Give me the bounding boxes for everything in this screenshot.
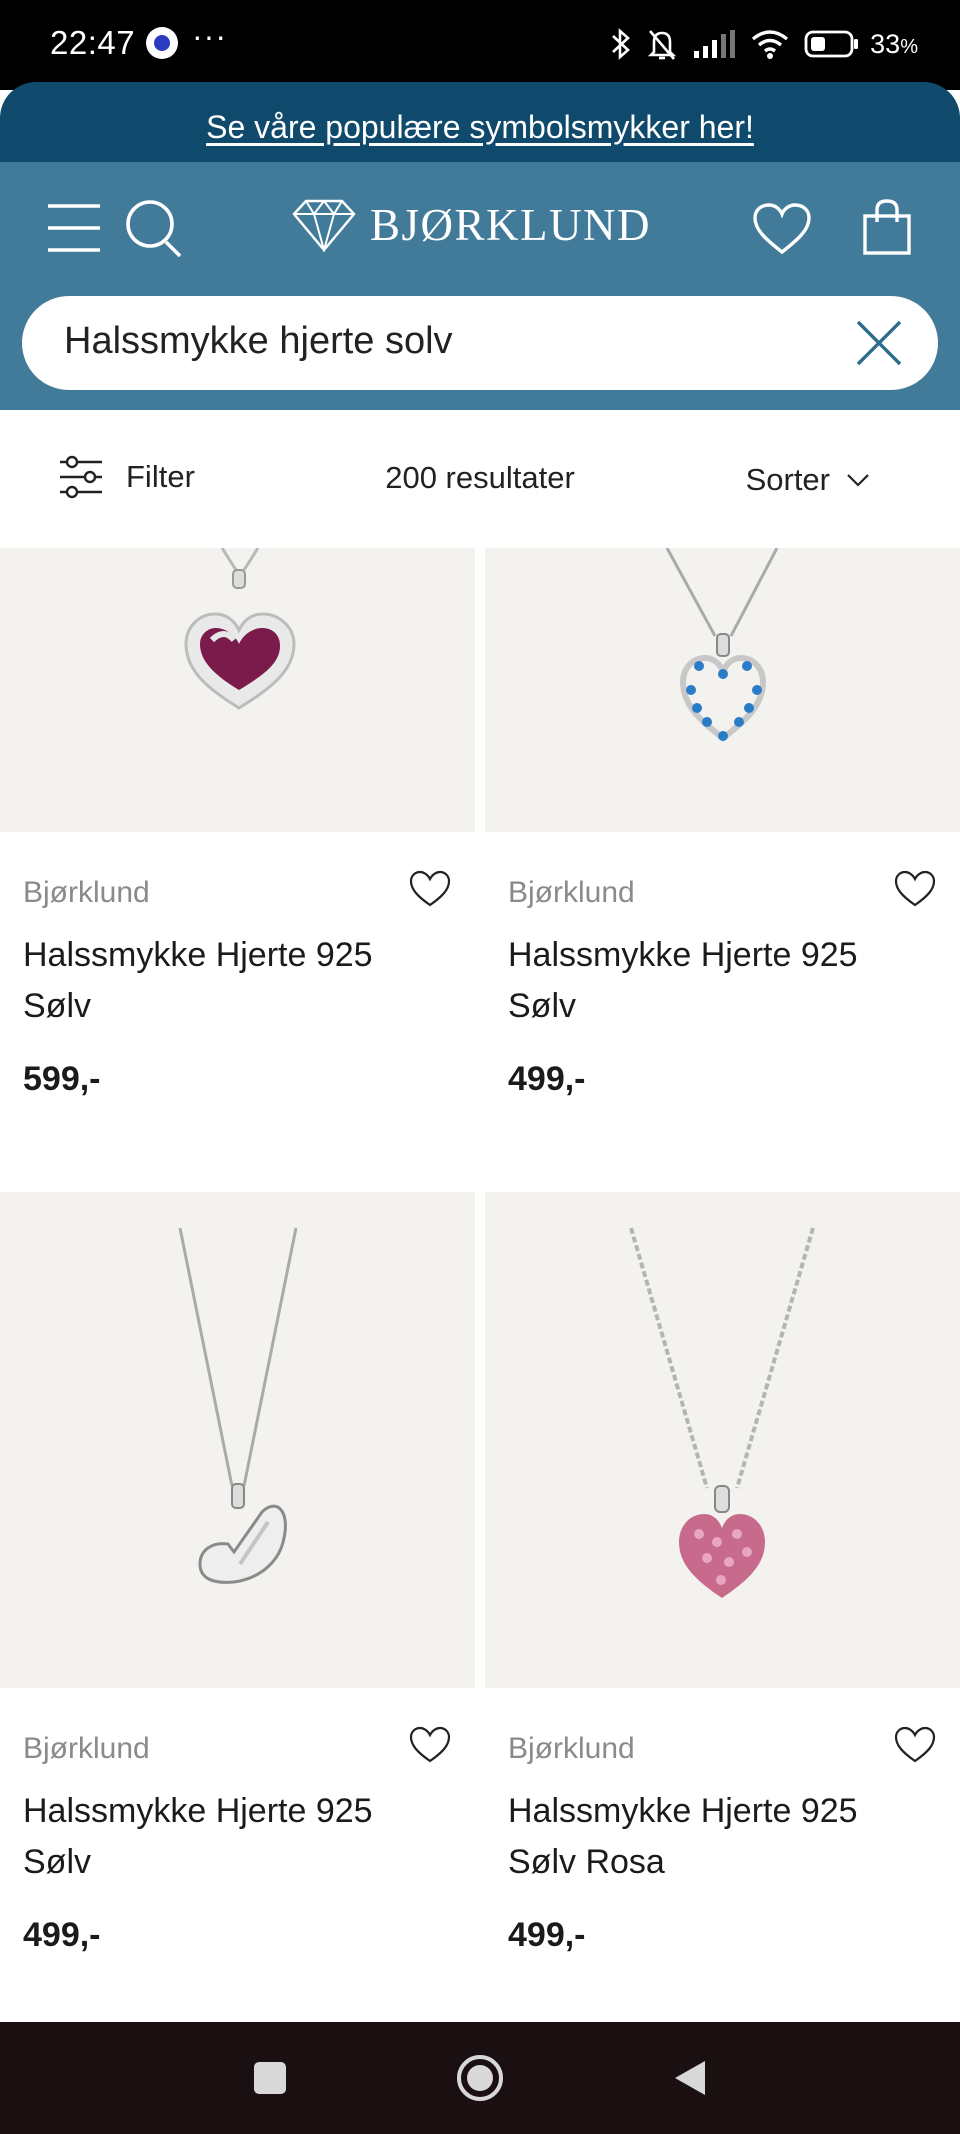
back-button[interactable]	[630, 2022, 750, 2134]
product-price: 499,-	[508, 1060, 586, 1098]
wifi-icon	[752, 30, 789, 59]
product-image[interactable]	[0, 1192, 475, 1688]
home-button[interactable]	[420, 2022, 540, 2134]
triangle-back-icon	[675, 2061, 705, 2095]
circle-icon	[457, 2055, 503, 2101]
battery-icon	[804, 30, 859, 58]
favorite-heart-icon[interactable]	[409, 1726, 451, 1764]
sort-button[interactable]: Sorter	[746, 462, 870, 498]
product-brand: Bjørklund	[23, 876, 150, 909]
promo-link[interactable]: Se våre populære symbolsmykker her!	[206, 109, 754, 146]
product-price: 499,-	[508, 1916, 586, 1954]
favorite-heart-icon[interactable]	[894, 1726, 936, 1764]
sort-label: Sorter	[745, 462, 830, 497]
diamond-logo-icon	[292, 199, 356, 252]
recents-button[interactable]	[210, 2022, 330, 2134]
product-image[interactable]	[0, 548, 475, 832]
signal-icon	[694, 30, 736, 58]
menu-icon[interactable]	[46, 202, 102, 254]
bluetooth-icon	[612, 28, 631, 60]
brand-logo[interactable]: BJØRKLUND	[292, 198, 651, 252]
necklace-image	[178, 1227, 298, 1584]
search-bar: Halssmykke hjerte solv	[22, 296, 938, 390]
product-brand: Bjørklund	[508, 876, 635, 909]
search-icon[interactable]	[124, 198, 184, 260]
chevron-down-icon	[847, 474, 869, 487]
logo-text: BJØRKLUND	[370, 200, 652, 250]
search-input[interactable]: Halssmykke hjerte solv	[64, 320, 453, 363]
product-title[interactable]: Halssmykke Hjerte 925 Sølv	[23, 1786, 443, 1888]
site-header: BJØRKLUND Halssmykke hjerte solv	[0, 162, 960, 410]
product-title[interactable]: Halssmykke Hjerte 925 Sølv	[23, 930, 443, 1032]
filter-bar: Filter 200 resultater Sorter	[0, 410, 960, 548]
more-notifications-icon: ···	[192, 18, 227, 54]
product-brand: Bjørklund	[23, 1732, 150, 1765]
product-image[interactable]	[485, 1192, 960, 1688]
shopping-bag-icon[interactable]	[862, 198, 912, 256]
status-icons: 33%	[610, 22, 918, 66]
product-price: 499,-	[23, 1916, 101, 1954]
necklace-image	[629, 1227, 815, 1598]
favorite-heart-icon[interactable]	[894, 870, 936, 908]
promo-banner: Se våre populære symbolsmykker her!	[0, 82, 960, 172]
close-icon[interactable]	[854, 318, 904, 368]
product-brand: Bjørklund	[508, 1732, 635, 1765]
square-icon	[254, 2062, 286, 2094]
product-grid: Bjørklund Halssmykke Hjerte 925 Sølv 599…	[0, 548, 960, 2022]
product-title[interactable]: Halssmykke Hjerte 925 Sølv Rosa	[508, 1786, 928, 1888]
necklace-image	[184, 548, 296, 710]
system-nav-bar	[0, 2022, 960, 2134]
necklace-image	[665, 548, 779, 742]
status-time: 22:47	[50, 24, 136, 61]
favorite-heart-icon[interactable]	[409, 870, 451, 908]
battery-percent: 33%	[870, 28, 918, 59]
app-notification-icon	[146, 27, 178, 59]
status-bar: 22:47 ··· 33%	[0, 0, 960, 90]
product-title[interactable]: Halssmykke Hjerte 925 Sølv	[508, 930, 928, 1032]
heart-icon[interactable]	[752, 202, 812, 256]
product-image[interactable]	[485, 548, 960, 832]
product-price: 599,-	[23, 1060, 101, 1098]
bell-muted-icon	[648, 30, 677, 60]
